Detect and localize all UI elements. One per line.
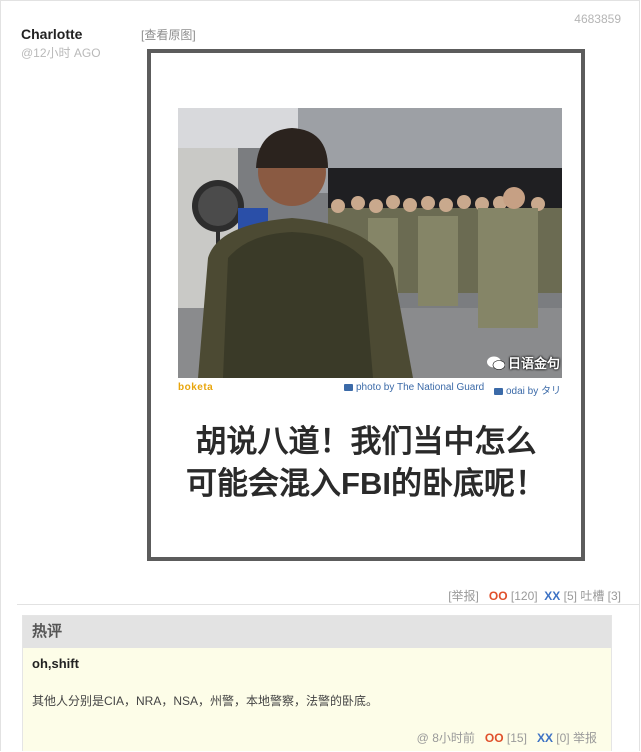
post-image-card[interactable]: 日语金句 boketa photo by The National Guard … (147, 49, 585, 561)
xx-vote-button[interactable]: XX (544, 589, 560, 603)
tucao-button[interactable]: 吐槽 [3] (580, 589, 621, 603)
view-original-link[interactable]: [查看原图] (141, 26, 196, 43)
comment-report-button[interactable]: 举报 (573, 731, 597, 745)
comment-author[interactable]: oh,shift (32, 656, 79, 671)
post-time: @12小时 AGO (21, 46, 101, 60)
hot-comments: 热评 oh,shift 其他人分别是CIA，NRA，NSA，州警，本地警察，法警… (22, 615, 612, 751)
post-actions: [举报] OO [120] XX [5] 吐槽 [3] (448, 587, 621, 604)
boketa-logo: boketa (178, 382, 214, 393)
comment-text: 其他人分别是CIA，NRA，NSA，州警，本地警察，法警的卧底。 (32, 694, 379, 708)
comment-oo-button[interactable]: OO (485, 731, 504, 745)
comment-meta: @ 8小时前 OO [15] XX [0] 举报 (417, 729, 597, 746)
comment-item: oh,shift 其他人分别是CIA，NRA，NSA，州警，本地警察，法警的卧底… (23, 648, 611, 751)
post-author[interactable]: Charlotte (21, 26, 82, 42)
xx-count: [5] (563, 589, 577, 603)
watermark: 日语金句 (486, 353, 560, 372)
photo-credit: photo by The National Guard (344, 382, 484, 393)
photo-credits: boketa photo by The National Guard odai … (178, 378, 562, 398)
camera-icon (344, 384, 353, 391)
odai-credit: odai by タリ (494, 382, 561, 397)
comment-xx-count: [0] (556, 731, 570, 745)
post-id: 4683859 (574, 12, 621, 26)
comment-xx-button[interactable]: XX (537, 731, 553, 745)
image-icon (494, 388, 503, 395)
comment-oo-count: [15] (506, 731, 527, 745)
report-button[interactable]: [举报] (448, 589, 479, 603)
hot-comments-title: 热评 (23, 616, 611, 648)
wechat-icon (486, 356, 505, 370)
comment-time: @ 8小时前 (416, 731, 475, 745)
post-photo: 日语金句 (178, 108, 562, 378)
divider (17, 604, 639, 605)
oo-vote-button[interactable]: OO (489, 589, 508, 603)
oo-count: [120] (510, 589, 538, 603)
image-caption: 胡说八道！我们当中怎么 可能会混入FBI的卧底呢！ (186, 424, 546, 501)
